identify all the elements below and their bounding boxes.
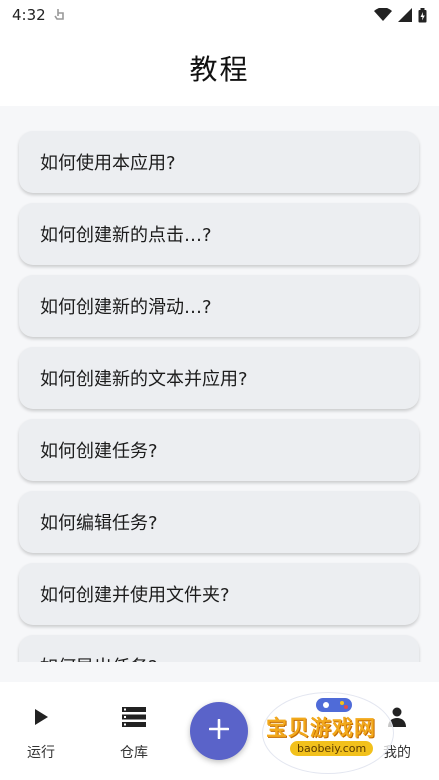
tutorial-item-create-folder[interactable]: 如何创建并使用文件夹? — [19, 563, 419, 625]
tutorial-item-use-app[interactable]: 如何使用本应用? — [19, 131, 419, 193]
watermark-url: baobeiy.com — [290, 741, 374, 756]
wifi-icon — [374, 8, 392, 22]
nav-run-label: 运行 — [27, 745, 55, 761]
tutorial-item-edit-task[interactable]: 如何编辑任务? — [19, 491, 419, 553]
nav-repository-label: 仓库 — [120, 745, 148, 761]
battery-icon — [418, 7, 427, 23]
signal-icon — [398, 8, 412, 22]
play-icon — [34, 706, 48, 728]
tutorial-list[interactable]: 如何使用本应用? 如何创建新的点击…? 如何创建新的滑动…? 如何创建新的文本并… — [0, 106, 439, 662]
tutorial-item-create-swipe[interactable]: 如何创建新的滑动…? — [19, 275, 419, 337]
status-time: 4:32 — [12, 6, 46, 24]
add-button[interactable] — [190, 702, 248, 760]
watermark-text: 宝贝游戏网 — [266, 716, 376, 740]
status-bar: 4:32 — [0, 0, 439, 30]
page-title: 教程 — [189, 53, 250, 86]
tutorial-item-create-task[interactable]: 如何创建任务? — [19, 419, 419, 481]
app-header: 教程 — [0, 30, 439, 106]
tutorial-item-create-click[interactable]: 如何创建新的点击…? — [19, 203, 419, 265]
tutorial-item-create-text[interactable]: 如何创建新的文本并应用? — [19, 347, 419, 409]
watermark-logo: 宝贝游戏网 baobeiy.com — [262, 688, 402, 774]
nav-run[interactable]: 运行 — [6, 682, 76, 780]
plus-icon — [208, 718, 230, 743]
touch-icon — [54, 8, 66, 22]
tutorial-item-export-task[interactable]: 如何导出任务? — [19, 635, 419, 662]
nav-repository[interactable]: 仓库 — [99, 682, 169, 780]
storage-icon — [122, 706, 146, 728]
